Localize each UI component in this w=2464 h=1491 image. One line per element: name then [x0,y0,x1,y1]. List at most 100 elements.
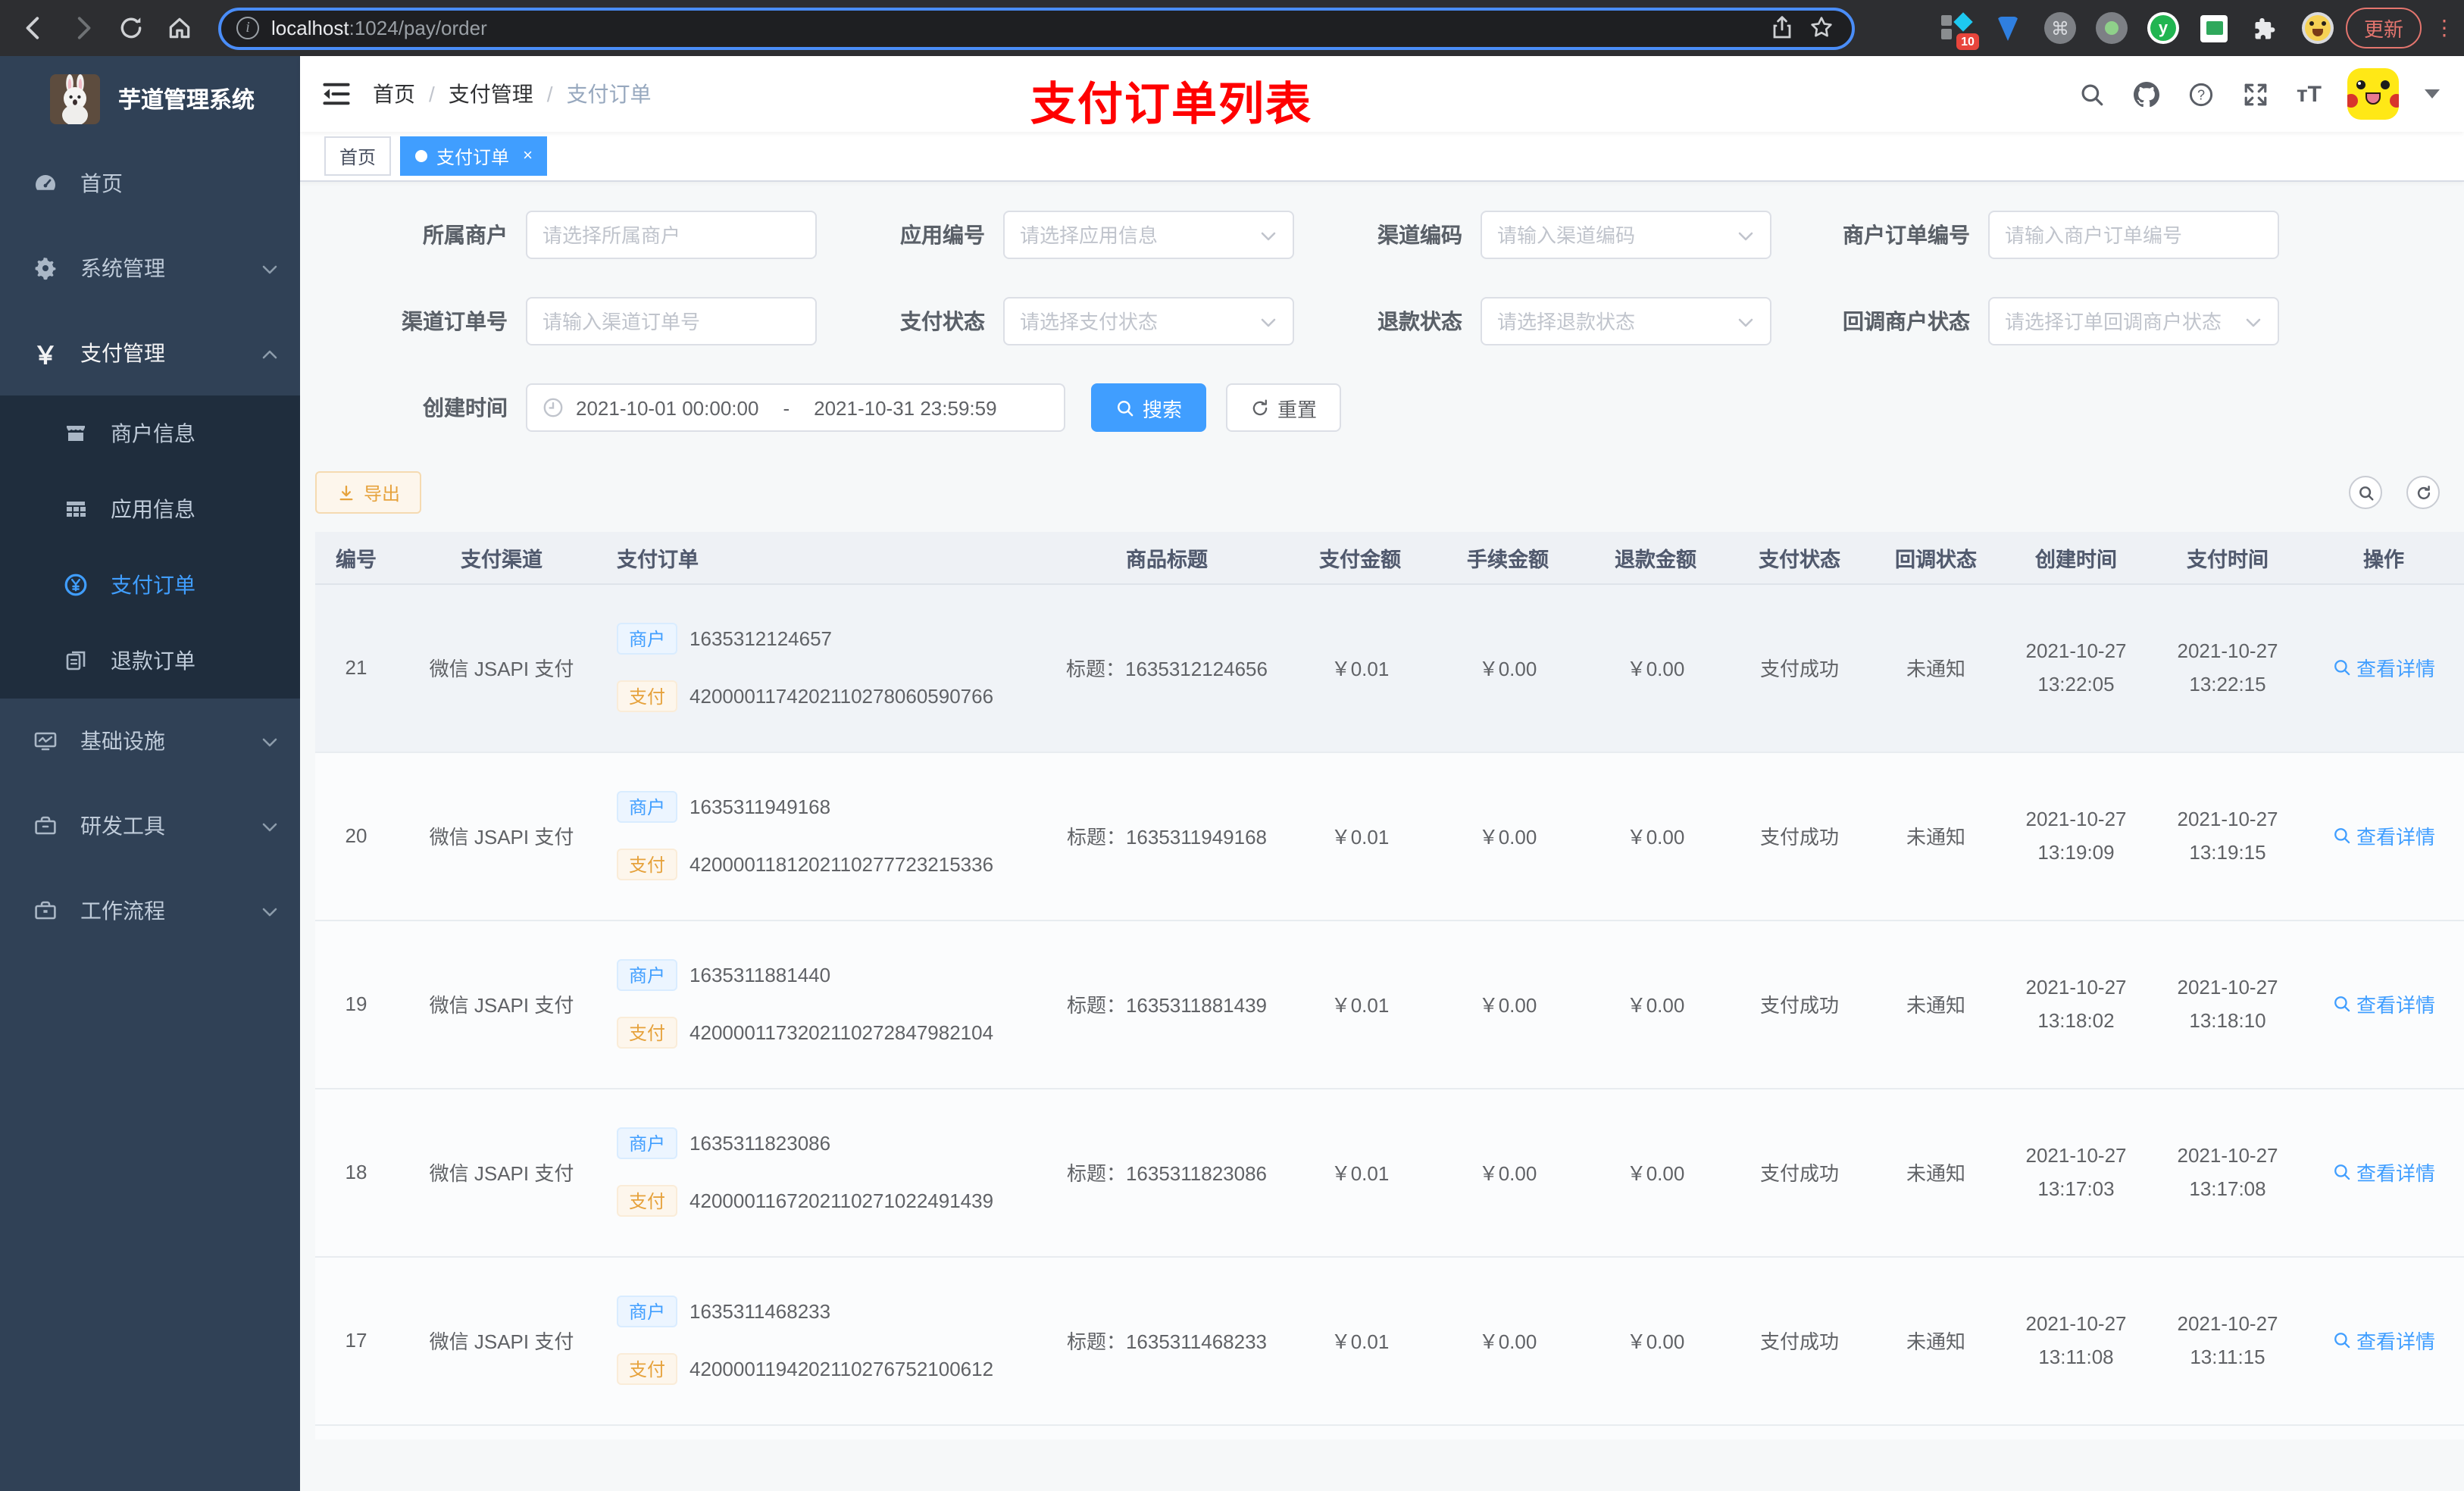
gem-extension-icon[interactable] [1993,12,2025,44]
view-detail-link[interactable]: 查看详情 [2332,653,2435,682]
merchant-select[interactable] [526,211,817,259]
channel-code-select[interactable] [1481,211,1771,259]
refund-status-input[interactable] [1497,310,1728,333]
sidekick-extension-icon[interactable]: 10 [1940,12,1979,50]
cell-created: 2021-10-27 13:19:09 [2000,752,2152,921]
sidebar-item-infra[interactable]: 基础设施 [0,699,300,783]
cell-paid [2152,1424,2303,1439]
cell-channel [397,1424,606,1439]
merchant-tag: 商户 [617,959,678,991]
merchant-order-no: 1635311949168 [689,796,831,818]
share-icon[interactable] [1770,14,1797,42]
filter-label: 渠道编码 [1377,223,1462,247]
pay-order-line: 支付 4200001173202110272847982104 [617,1017,1046,1049]
refund-status-select[interactable] [1481,297,1771,345]
breadcrumb-home[interactable]: 首页 [373,79,415,109]
view-detail-link[interactable]: 查看详情 [2332,1158,2435,1186]
sidebar-item-pay-order[interactable]: 支付订单 [0,547,300,623]
extensions-puzzle-icon[interactable] [2250,12,2282,44]
merchant-input[interactable] [543,223,800,246]
tab-pay-order[interactable]: 支付订单 × [400,136,548,176]
export-button[interactable]: 导出 [315,471,422,514]
view-detail-link[interactable]: 查看详情 [2332,821,2435,850]
chat-extension-icon[interactable] [2199,12,2231,44]
view-detail-link[interactable]: 查看详情 [2332,989,2435,1018]
sidebar-item-app-info[interactable]: 应用信息 [0,471,300,547]
pay-status-input[interactable] [1020,310,1250,333]
notify-status-input[interactable] [2005,310,2235,333]
forward-icon[interactable] [64,10,100,46]
app-select[interactable] [1003,211,1294,259]
sidebar-item-workflow[interactable]: 工作流程 [0,868,300,953]
sidebar-item-merchant-info[interactable]: 商户信息 [0,395,300,471]
cell-title: 标题：1635311949168 [1046,752,1288,921]
channel-code-input[interactable] [1497,223,1728,246]
search-icon[interactable] [2078,80,2107,108]
date-start[interactable]: 2021-10-01 00:00:00 [576,396,758,419]
sidebar-item-label: 基础设施 [80,729,165,753]
merchant-order-no-field[interactable] [1988,211,2279,259]
cell-action: 查看详情 [2303,1088,2464,1257]
sidebar-item-label: 研发工具 [80,814,165,838]
cell-paid: 2021-10-27 13:17:08 [2152,1088,2303,1257]
sidebar-item-system[interactable]: 系统管理 [0,226,300,311]
channel-order-no-input[interactable] [543,310,800,333]
order-table-body: 21 微信 JSAPI 支付 商户 1635312124657 支付 42000… [315,583,2464,1439]
sidebar-item-refund-order[interactable]: 退款订单 [0,623,300,699]
cell-notify [1871,1424,2000,1439]
cell-amount [1288,1424,1432,1439]
col-paid: 支付时间 [2152,532,2303,584]
user-caret-icon[interactable] [2425,89,2440,98]
pay-order-line: 支付 4200001194202110276752100612 [617,1353,1046,1385]
fullscreen-icon[interactable] [2242,80,2271,108]
breadcrumb-payment[interactable]: 支付管理 [449,79,533,109]
browser-menu-icon[interactable]: ⋮ [2434,15,2455,41]
reset-button[interactable]: 重置 [1226,383,1342,432]
filter-label: 回调商户状态 [1843,309,1970,333]
search-button[interactable]: 搜索 [1091,383,1207,432]
help-icon[interactable]: ? [2187,80,2216,108]
refresh-button[interactable] [2406,476,2440,509]
back-icon[interactable] [15,10,52,46]
cell-title: 标题：1635311881439 [1046,920,1288,1089]
sidebar-fold-icon[interactable] [321,79,352,109]
browser-update-button[interactable]: 更新 [2345,8,2422,48]
font-size-icon[interactable]: тT [2297,81,2322,107]
github-icon[interactable] [2133,80,2162,108]
app-input[interactable] [1020,223,1250,246]
url-text[interactable]: localhost:1024/pay/order [271,17,1758,39]
sidebar-item-label: 商户信息 [111,421,195,445]
table-tools [2349,476,2440,509]
payment-submenu: 商户信息 应用信息 支付订单 退款订单 [0,395,300,699]
emoji-extension-icon[interactable] [2301,12,2334,44]
pay-status-select[interactable] [1003,297,1294,345]
date-end[interactable]: 2021-10-31 23:59:59 [814,396,996,419]
view-detail-link[interactable]: 查看详情 [2332,1326,2435,1355]
browser-toolbar: i localhost:1024/pay/order 10 ⌘ y 更新 ⋮ [0,0,2464,56]
bookmark-star-icon[interactable] [1809,14,1837,42]
close-icon[interactable]: × [523,147,533,165]
home-icon[interactable] [161,10,197,46]
table-row: 17 微信 JSAPI 支付 商户 1635311468233 支付 42000… [315,1256,2464,1425]
extension-badge: 10 [1956,33,1979,50]
tab-home[interactable]: 首页 [324,136,392,176]
app-title: 芋道管理系统 [118,87,255,113]
show-search-button[interactable] [2349,476,2382,509]
notify-status-select[interactable] [1988,297,2279,345]
address-bar[interactable]: i localhost:1024/pay/order [218,7,1855,49]
site-info-icon[interactable]: i [236,17,259,39]
channel-order-no-field[interactable] [526,297,817,345]
reload-icon[interactable] [112,10,149,46]
sidebar-item-dev-tools[interactable]: 研发工具 [0,783,300,868]
app-logo[interactable]: 芋道管理系统 [0,56,300,141]
date-range-picker[interactable]: 2021-10-01 00:00:00 - 2021-10-31 23:59:5… [526,383,1065,432]
sidebar-item-payment[interactable]: ￥ 支付管理 [0,311,300,395]
merchant-order-no-input[interactable] [2005,223,2262,246]
sidebar-item-home[interactable]: 首页 [0,141,300,226]
recorder-extension-icon[interactable] [2095,12,2128,44]
user-avatar[interactable] [2347,68,2399,120]
cell-notify: 未通知 [1871,752,2000,921]
command-extension-icon[interactable]: ⌘ [2043,12,2076,44]
y-extension-icon[interactable]: y [2147,12,2179,44]
chevron-down-icon [2244,312,2262,330]
